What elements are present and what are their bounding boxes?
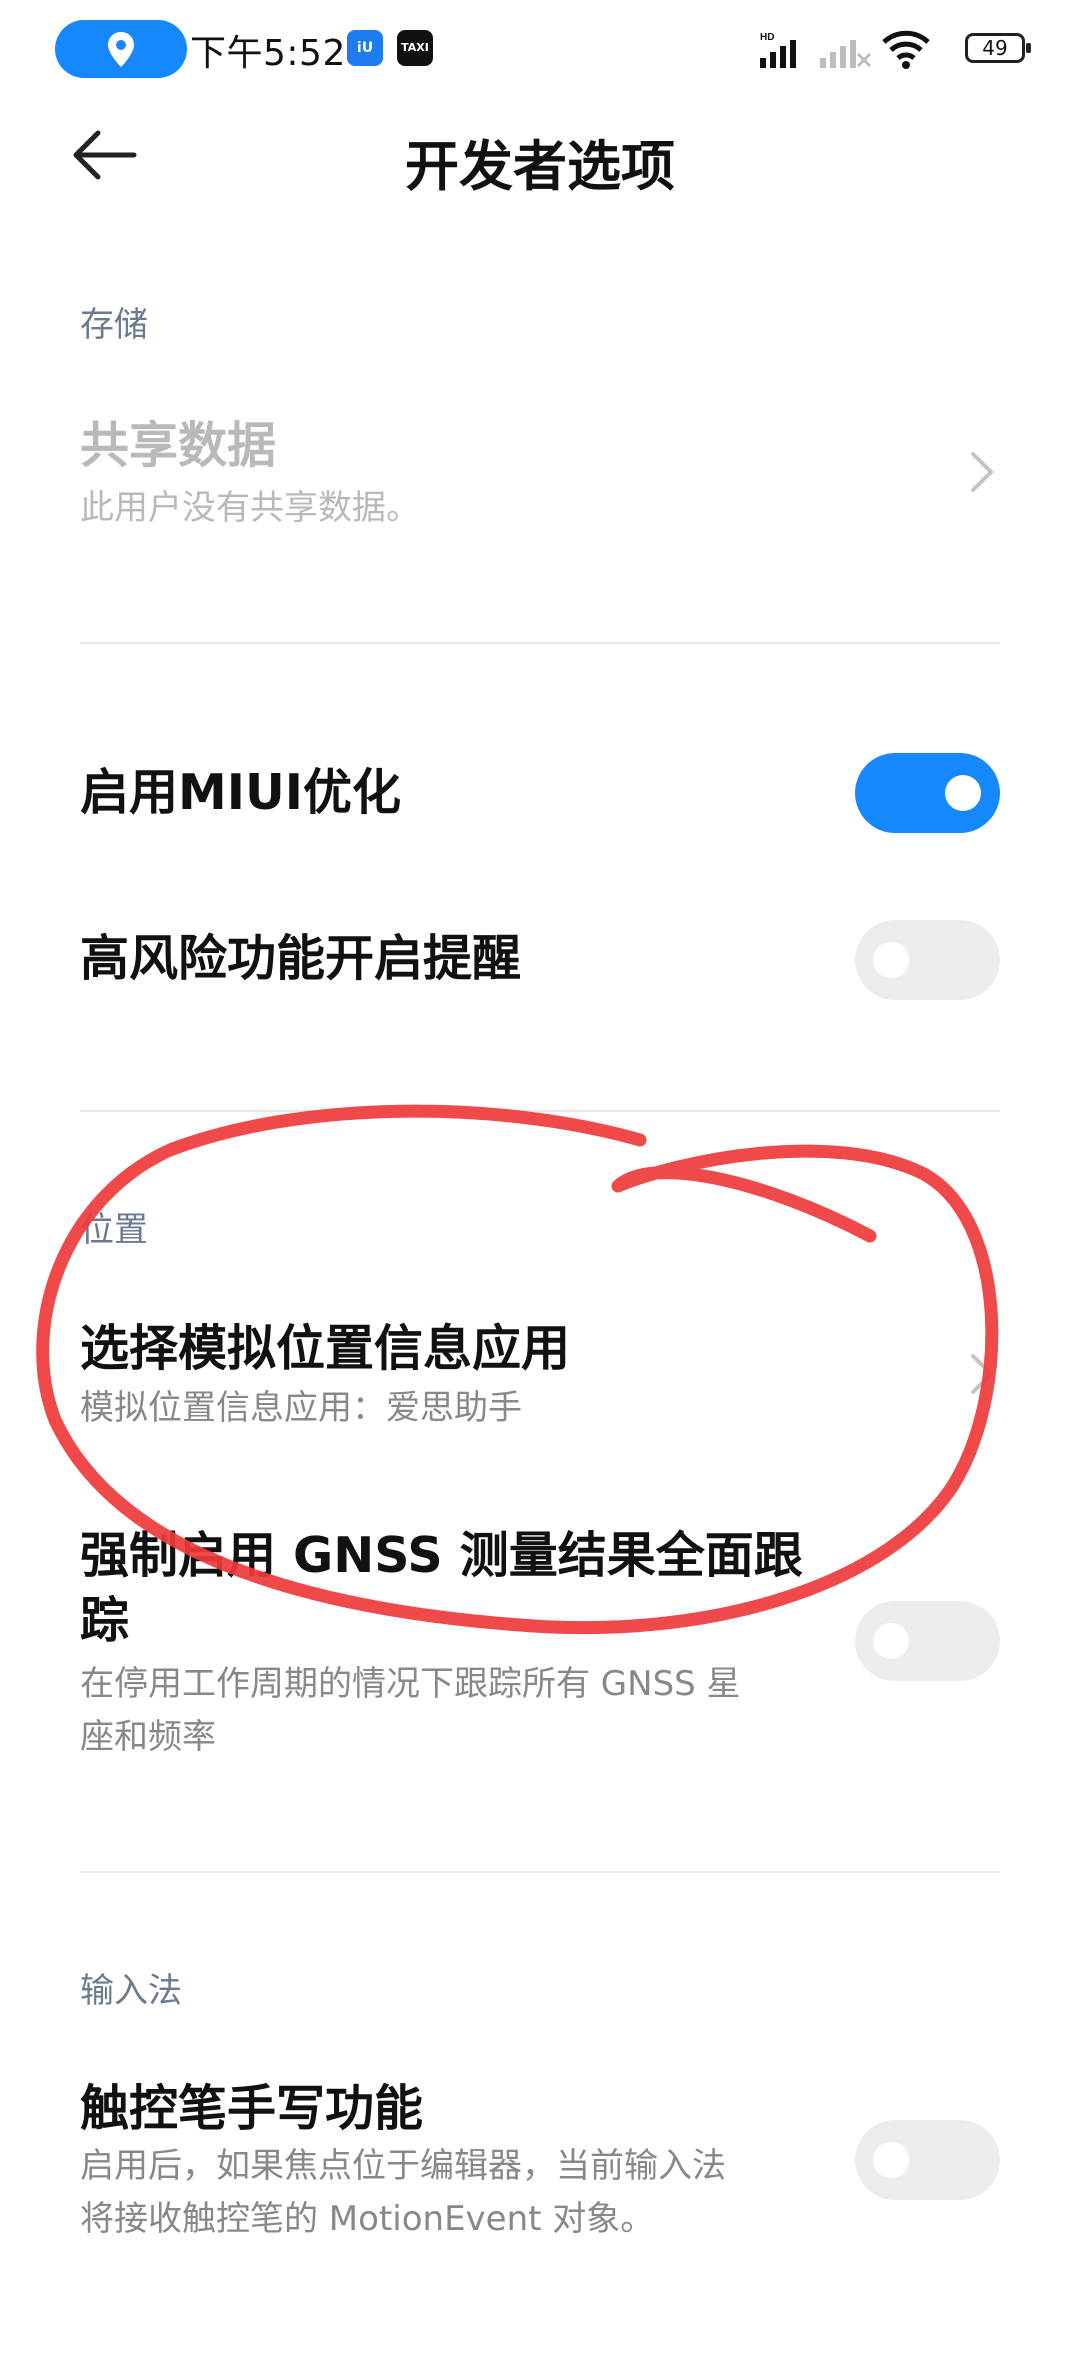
force-gnss-subtitle-line2: 座和频率 (80, 1717, 216, 1757)
shared-data-subtitle: 此用户没有共享数据。 (80, 488, 420, 528)
force-gnss-subtitle-line1: 在停用工作周期的情况下跟踪所有 GNSS 星 (80, 1664, 741, 1704)
mock-location-subtitle: 模拟位置信息应用：爱思助手 (80, 1388, 522, 1428)
battery-icon: 49 (965, 33, 1031, 63)
toggle-knob (945, 775, 981, 811)
toggle-knob (873, 2142, 909, 2178)
stylus-handwriting-toggle[interactable] (855, 2120, 1000, 2200)
high-risk-title: 高风险功能开启提醒 (80, 930, 522, 987)
high-risk-toggle[interactable] (855, 920, 1000, 1000)
chevron-right-icon (971, 452, 994, 492)
stylus-handwriting-subtitle-line1: 启用后，如果焦点位于编辑器，当前输入法 (80, 2146, 726, 2186)
force-gnss-title-line1: 强制启用 GNSS 测量结果全面跟 (80, 1527, 803, 1584)
shared-data-title: 共享数据 (80, 417, 277, 474)
section-label-storage: 存储 (80, 305, 148, 345)
status-time: 下午5:52 (190, 33, 346, 74)
stylus-handwriting-subtitle-line2: 将接收触控笔的 MotionEvent 对象。 (80, 2199, 655, 2239)
section-label-location: 位置 (80, 1210, 148, 1250)
app-notification-icon: iU (347, 30, 383, 66)
force-gnss-title-line2: 踪 (80, 1592, 130, 1649)
mock-location-title: 选择模拟位置信息应用 (80, 1320, 571, 1377)
divider (80, 1110, 1000, 1112)
location-indicator[interactable] (55, 20, 187, 78)
chevron-right-icon (971, 1354, 994, 1394)
status-bar: 下午5:52 iU TAXI HD 49 (0, 0, 1080, 100)
location-pin-icon (108, 32, 134, 67)
enable-miui-toggle[interactable] (855, 753, 1000, 833)
section-label-input-method: 输入法 (80, 1971, 182, 2011)
page-title: 开发者选项 (405, 135, 675, 198)
toggle-knob (873, 942, 909, 978)
toggle-knob (873, 1623, 909, 1659)
cellular-signal-icon: HD (760, 32, 796, 68)
enable-miui-title: 启用MIUI优化 (80, 764, 402, 821)
divider (80, 1871, 1000, 1873)
force-gnss-toggle[interactable] (855, 1601, 1000, 1681)
red-annotation-circle (36, 1104, 999, 1635)
taxi-notification-icon: TAXI (397, 30, 433, 66)
svg-text:HD: HD (760, 32, 774, 43)
wifi-icon (882, 30, 930, 69)
divider (80, 642, 1000, 644)
cellular-signal-nosim-icon (820, 40, 872, 68)
stylus-handwriting-title: 触控笔手写功能 (80, 2080, 424, 2137)
